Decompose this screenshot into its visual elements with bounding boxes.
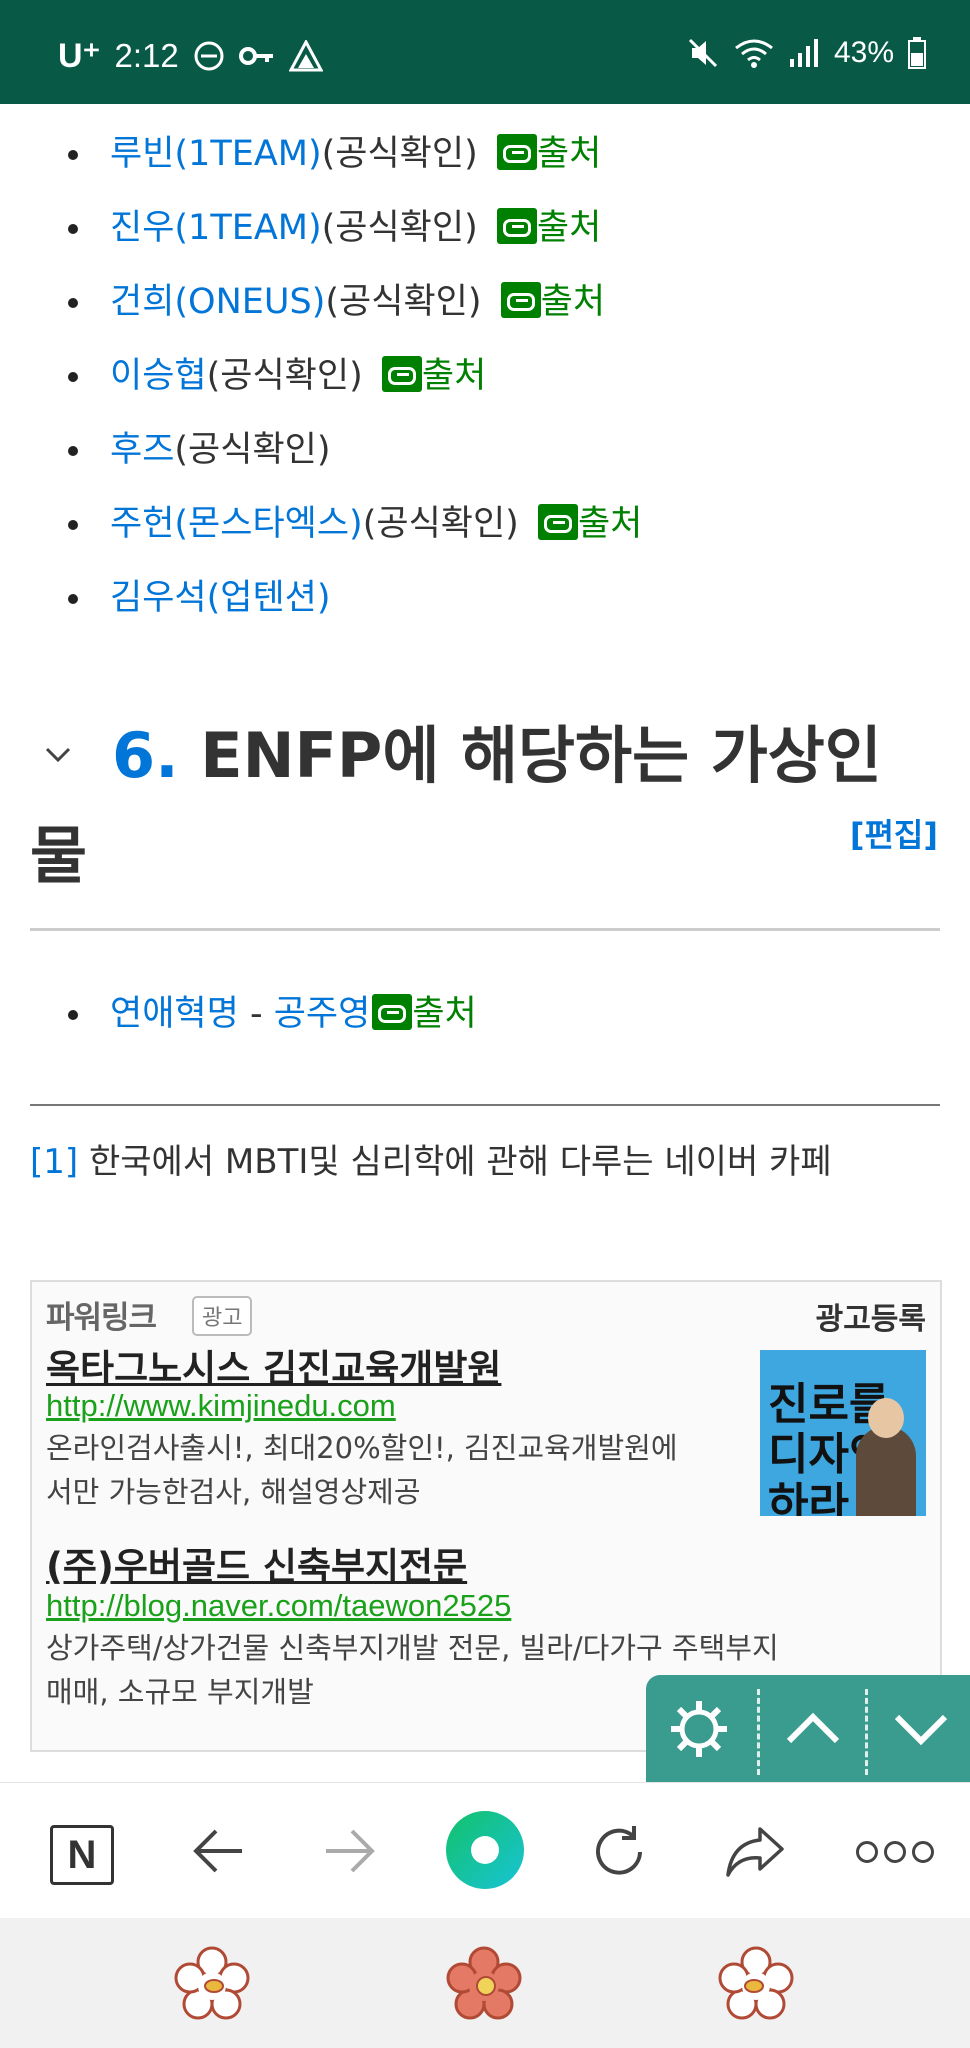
person-link[interactable]: 건희(ONEUS) [110, 282, 325, 322]
floating-control-panel [646, 1675, 970, 1783]
naver-home-button[interactable]: N [50, 1825, 114, 1885]
browser-toolbar: N [0, 1782, 970, 1919]
footnote-ref[interactable]: [1] [30, 1142, 78, 1182]
separator: - [238, 994, 274, 1034]
source-link[interactable]: 출처 [578, 504, 642, 544]
ad-book-image[interactable]: 진로를 디자인 하라 [760, 1350, 926, 1516]
bullet [68, 1010, 78, 1020]
source-link[interactable]: 출처 [537, 208, 601, 248]
external-link-icon[interactable] [372, 994, 413, 1030]
scroll-up-button[interactable] [760, 1675, 866, 1783]
source-link[interactable]: 출처 [537, 134, 601, 174]
ad-desc-line: 서만 가능한검사, 해설영상제공 [46, 1475, 421, 1509]
ad-desc-line: 상가주택/상가건물 신축부지개발 전문, 빌라/다가구 주택부지 [46, 1631, 779, 1665]
confirmation-note: (공식확인) [206, 356, 363, 396]
battery-icon [908, 37, 926, 69]
external-link-icon[interactable] [537, 504, 578, 540]
list-item: 후즈(공식확인) [0, 420, 970, 480]
ad-title-link[interactable]: (주)우버골드 신축부지전문 [46, 1536, 467, 1590]
character-link[interactable]: 공주영 [274, 994, 371, 1034]
source-link[interactable]: 출처 [422, 356, 486, 396]
status-bar: U⁺ 2:12 43% [0, 0, 970, 104]
ad-url-link[interactable]: http://www.kimjinedu.com [46, 1388, 396, 1424]
ad-desc-line: 온라인검사출시!, 최대20%할인!, 김진교육개발원에 [46, 1431, 678, 1465]
confirmation-note: (공식확인) [174, 430, 331, 470]
footnote-divider [30, 1104, 940, 1106]
forward-arrow-icon[interactable] [322, 1827, 378, 1875]
person-link[interactable]: 김우석(업텐션) [110, 578, 331, 618]
carrier-label: U⁺ [58, 37, 101, 75]
external-link-icon[interactable] [496, 134, 537, 170]
confirmation-note: (공식확인) [362, 504, 519, 544]
footnote: [1] 한국에서 MBTI및 심리학에 관해 다루는 네이버 카페 [30, 1132, 832, 1192]
mute-icon [688, 38, 718, 68]
system-nav-bar [0, 1918, 970, 2048]
home-flower-icon[interactable] [446, 1946, 522, 2022]
list-item: 김우석(업텐션) [0, 568, 970, 628]
ad-title-link[interactable]: 옥타그노시스 김진교육개발원 [46, 1338, 501, 1392]
settings-button[interactable] [646, 1675, 752, 1783]
person-link[interactable]: 루빈(1TEAM) [110, 134, 322, 174]
work-link[interactable]: 연애혁명 [110, 994, 239, 1034]
ad-header-title: 파워링크 [46, 1300, 157, 1336]
gear-icon [671, 1701, 727, 1757]
confirmation-note: (공식확인) [321, 208, 478, 248]
chevron-up-icon [786, 1712, 840, 1744]
bullet [68, 520, 78, 530]
do-not-disturb-icon [194, 41, 224, 71]
footnote-text: 한국에서 MBTI및 심리학에 관해 다루는 네이버 카페 [78, 1142, 832, 1182]
vpn-key-icon [238, 47, 273, 65]
bullet [68, 150, 78, 160]
battery-percent: 43% [833, 36, 894, 69]
edit-link[interactable]: [편집] [850, 810, 938, 856]
person-link[interactable]: 이승협 [110, 356, 207, 396]
section-heading: 6. ENFP에 해당하는 가상인물 [30, 706, 910, 906]
bullet [68, 372, 78, 382]
list-item: 진우(1TEAM)(공식확인) 출처 [0, 198, 970, 258]
book-cover-head [868, 1398, 904, 1438]
bullet [68, 594, 78, 604]
refresh-icon[interactable] [590, 1823, 648, 1881]
external-link-icon[interactable] [496, 208, 537, 244]
share-arrow-icon[interactable] [724, 1825, 786, 1879]
ad-url-link[interactable]: http://blog.naver.com/taewon2525 [46, 1588, 511, 1624]
green-dot-button[interactable] [446, 1811, 524, 1889]
wifi-icon [735, 39, 773, 68]
bullet [68, 446, 78, 456]
list-item: 루빈(1TEAM)(공식확인) 출처 [0, 124, 970, 184]
scroll-down-button[interactable] [868, 1675, 970, 1783]
source-link[interactable]: 출처 [541, 282, 605, 322]
bullet [68, 298, 78, 308]
person-link[interactable]: 주헌(몬스타엑스) [110, 504, 363, 544]
list-item: 주헌(몬스타엑스)(공식확인) 출처 [0, 494, 970, 554]
person-link[interactable]: 후즈 [110, 430, 174, 470]
ad-description: 온라인검사출시!, 최대20%할인!, 김진교육개발원에 서만 가능한검사, 해… [46, 1426, 678, 1514]
person-link[interactable]: 진우(1TEAM) [110, 208, 322, 248]
source-link[interactable]: 출처 [412, 994, 476, 1034]
external-link-icon[interactable] [500, 282, 541, 318]
book-cover-person [856, 1426, 916, 1516]
external-link-icon[interactable] [381, 356, 422, 392]
confirmation-note: (공식확인) [325, 282, 482, 322]
navigation-icon [288, 40, 323, 72]
clock: 2:12 [114, 37, 179, 74]
chevron-down-icon [894, 1714, 948, 1746]
back-arrow-icon[interactable] [190, 1827, 246, 1875]
signal-icon [789, 39, 818, 67]
back-flower-icon[interactable] [718, 1946, 794, 2022]
list-item: 이승협(공식확인) 출처 [0, 346, 970, 406]
more-options-button[interactable] [856, 1841, 940, 1867]
confirmation-note: (공식확인) [321, 134, 478, 174]
section-number[interactable]: 6. [112, 719, 179, 792]
bullet [68, 224, 78, 234]
ad-badge[interactable]: 광고 [192, 1296, 253, 1336]
divider [30, 928, 940, 931]
list-item: 건희(ONEUS)(공식확인) 출처 [0, 272, 970, 332]
list-item: 연애혁명 - 공주영 출처 [0, 984, 970, 1044]
ad-register-link[interactable]: 광고등록 [816, 1294, 926, 1338]
recent-apps-flower-icon[interactable] [174, 1946, 250, 2022]
